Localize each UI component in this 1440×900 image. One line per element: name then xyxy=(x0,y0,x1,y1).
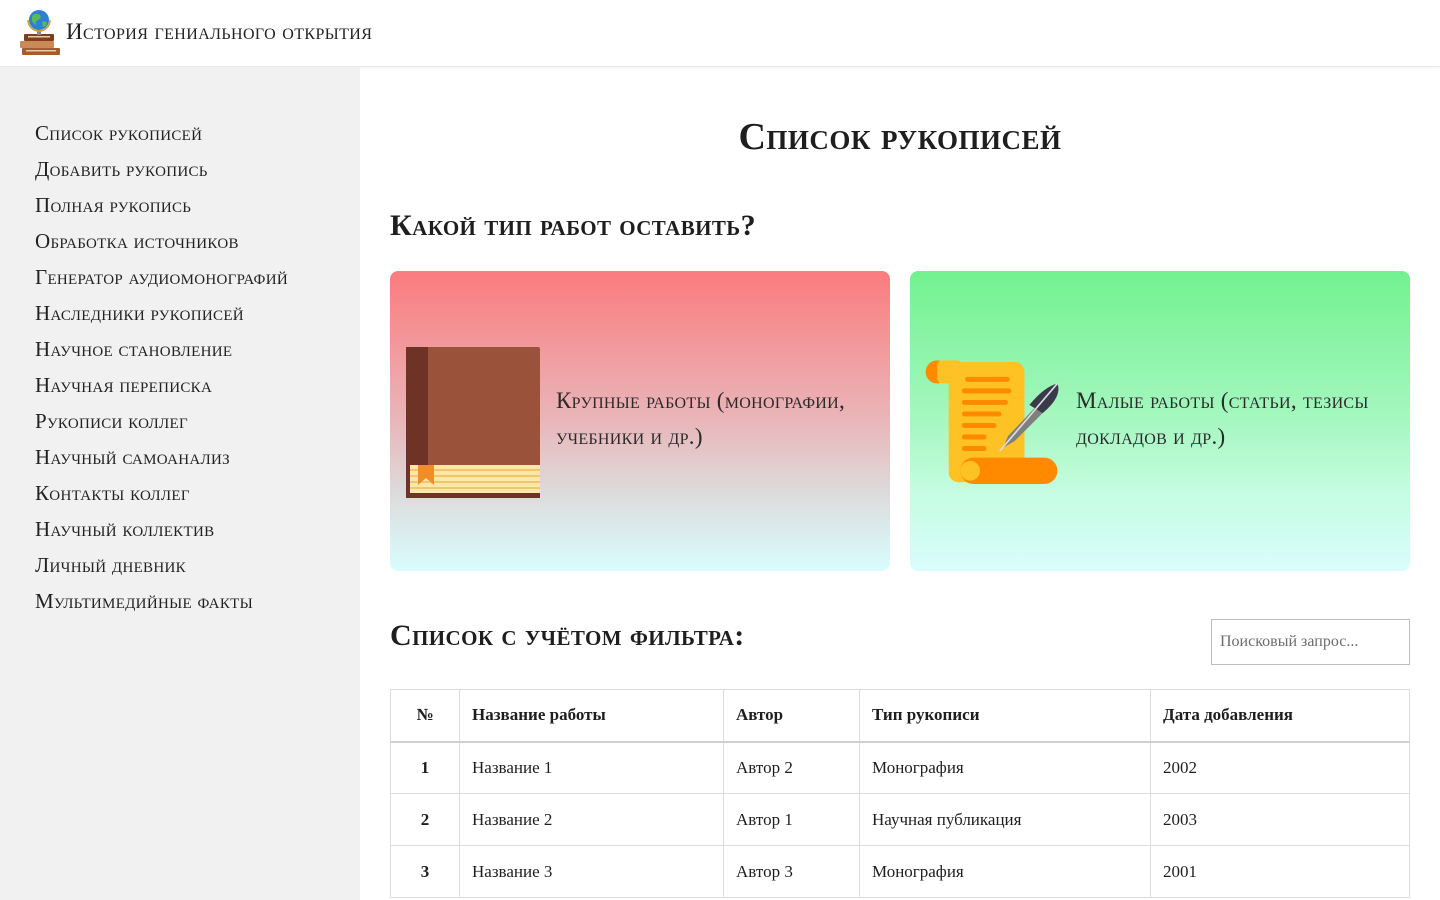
cell-author: Автор 2 xyxy=(723,741,860,794)
sidebar-item-correspondence[interactable]: Научная переписка xyxy=(35,367,288,403)
cell-type: Монография xyxy=(859,741,1151,794)
small-works-card[interactable]: Малые работы (статьи, тезисы докладов и … xyxy=(910,271,1410,571)
header-number[interactable]: № xyxy=(390,689,460,743)
manuscripts-table: № Название работы Автор Тип рукописи Дат… xyxy=(390,689,1410,898)
cell-title: Название 2 xyxy=(459,793,724,846)
sidebar-menu: Список рукописей Добавить рукопись Полна… xyxy=(35,115,288,619)
sidebar-item-colleagues-contacts[interactable]: Контакты коллег xyxy=(35,475,288,511)
sidebar-item-colleagues-manuscripts[interactable]: Рукописи коллег xyxy=(35,403,288,439)
header-title[interactable]: Название работы xyxy=(459,689,724,743)
cell-title: Название 3 xyxy=(459,845,724,898)
header-date[interactable]: Дата добавления xyxy=(1150,689,1410,743)
manuscripts-table-wrapper: № Название работы Автор Тип рукописи Дат… xyxy=(390,689,1410,898)
table-row[interactable]: 3 Название 3 Автор 3 Монография 2001 xyxy=(390,845,1410,898)
search-input[interactable] xyxy=(1211,619,1410,665)
large-works-card[interactable]: Крупные работы (монографии, учебники и д… xyxy=(390,271,890,571)
filtered-list-heading: Список с учётом фильтра: xyxy=(390,619,745,652)
top-header: История гениального открытия xyxy=(0,0,1440,67)
sidebar-item-manuscripts-list[interactable]: Список рукописей xyxy=(35,115,288,151)
page-title: Список рукописей xyxy=(738,116,1062,158)
cell-date: 2003 xyxy=(1150,793,1410,846)
sidebar-item-source-processing[interactable]: Обработка источников xyxy=(35,223,288,259)
book-icon xyxy=(406,347,540,498)
cell-date: 2001 xyxy=(1150,845,1410,898)
sidebar-item-personal-diary[interactable]: Личный дневник xyxy=(35,547,288,583)
sidebar-item-self-analysis[interactable]: Научный самоанализ xyxy=(35,439,288,475)
sidebar-item-manuscript-heirs[interactable]: Наследники рукописей xyxy=(35,295,288,331)
main-content: Список рукописей Какой тип работ оставит… xyxy=(360,67,1440,900)
cell-title: Название 1 xyxy=(459,741,724,794)
type-question-heading: Какой тип работ оставить? xyxy=(390,209,756,242)
site-title[interactable]: История гениального открытия xyxy=(66,16,372,48)
sidebar-item-multimedia-facts[interactable]: Мультимедийные факты xyxy=(35,583,288,619)
sidebar-item-full-manuscript[interactable]: Полная рукопись xyxy=(35,187,288,223)
cell-author: Автор 3 xyxy=(723,845,860,898)
scroll-quill-icon xyxy=(925,360,1059,484)
table-header-row: № Название работы Автор Тип рукописи Дат… xyxy=(390,689,1410,743)
cell-type: Монография xyxy=(859,845,1151,898)
cell-author: Автор 1 xyxy=(723,793,860,846)
cell-date: 2002 xyxy=(1150,741,1410,794)
sidebar-item-add-manuscript[interactable]: Добавить рукопись xyxy=(35,151,288,187)
cell-number: 1 xyxy=(390,741,460,794)
cell-number: 2 xyxy=(390,793,460,846)
sidebar-item-audio-generator[interactable]: Генератор аудиомонографий xyxy=(35,259,288,295)
sidebar-item-scientific-formation[interactable]: Научное становление xyxy=(35,331,288,367)
table-row[interactable]: 2 Название 2 Автор 1 Научная публикация … xyxy=(390,793,1410,846)
header-type[interactable]: Тип рукописи xyxy=(859,689,1151,743)
table-row[interactable]: 1 Название 1 Автор 2 Монография 2002 xyxy=(390,741,1410,794)
globe-books-icon[interactable] xyxy=(18,8,64,58)
cell-type: Научная публикация xyxy=(859,793,1151,846)
small-works-label: Малые работы (статьи, тезисы докладов и … xyxy=(1076,388,1369,449)
cell-number: 3 xyxy=(390,845,460,898)
sidebar: Список рукописей Добавить рукопись Полна… xyxy=(0,67,360,900)
large-works-label: Крупные работы (монографии, учебники и д… xyxy=(556,388,846,449)
header-author[interactable]: Автор xyxy=(723,689,860,743)
sidebar-item-research-team[interactable]: Научный коллектив xyxy=(35,511,288,547)
